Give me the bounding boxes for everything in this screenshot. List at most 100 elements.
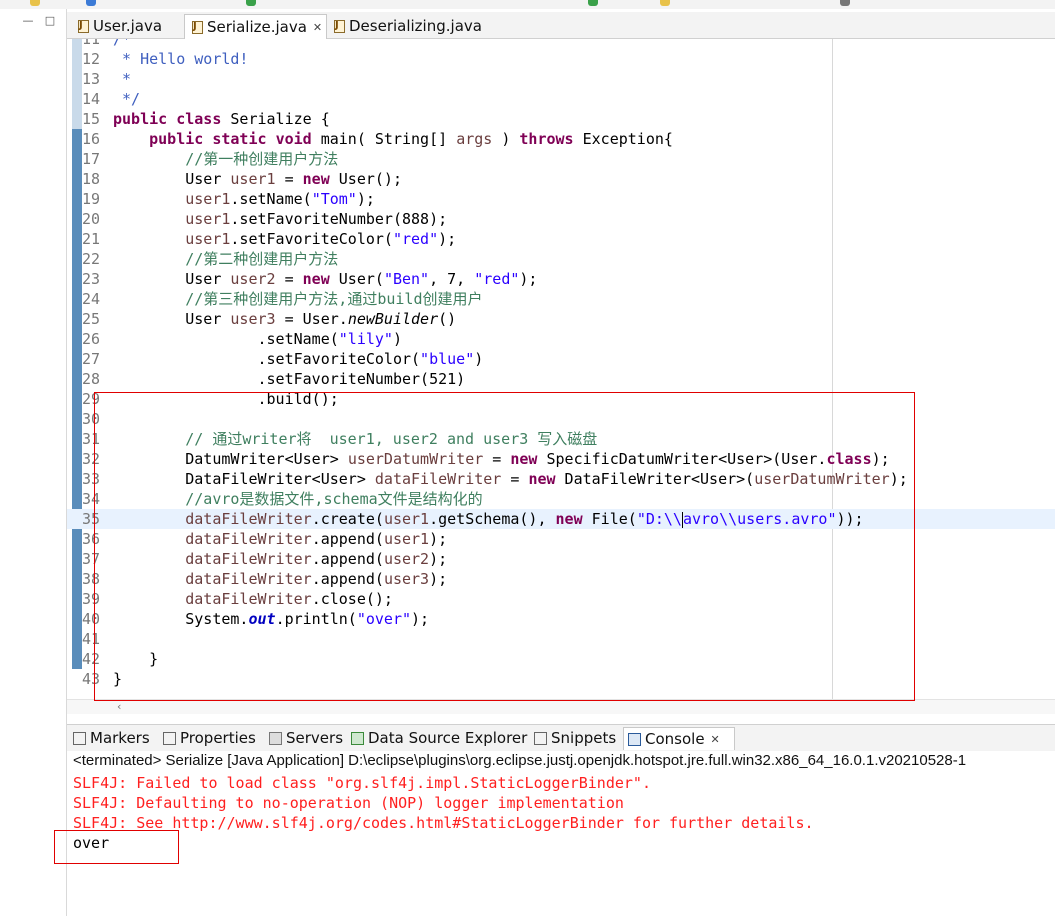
- code-line[interactable]: 20 user1.setFavoriteNumber(888);: [67, 209, 1055, 229]
- code-line[interactable]: 28 .setFavoriteNumber(521): [67, 369, 1055, 389]
- code-token: .setName(: [230, 190, 312, 208]
- java-file-icon: [191, 20, 203, 34]
- code-line[interactable]: 14 */: [67, 89, 1055, 109]
- code-token: Serialize {: [221, 110, 330, 128]
- markers-icon: [73, 731, 86, 745]
- code-line[interactable]: 16 public static void main( String[] arg…: [67, 129, 1055, 149]
- code-token: args: [456, 130, 493, 148]
- line-number: 20: [82, 210, 101, 228]
- code-line[interactable]: 17 //第一种创建用户方法: [67, 149, 1055, 169]
- code-token: "Ben": [383, 270, 430, 288]
- code-token: //第三种创建用户方法,通过build创建用户: [185, 290, 483, 308]
- code-token: //第一种创建用户方法: [185, 150, 339, 168]
- code-line[interactable]: 19 user1.setName("Tom");: [67, 189, 1055, 209]
- scroll-left-icon[interactable]: ‹: [117, 700, 121, 713]
- line-number: 17: [82, 150, 101, 168]
- toolbar-button[interactable]: [86, 0, 96, 6]
- tab-servers[interactable]: Servers: [269, 727, 343, 749]
- console-terminated-header: <terminated> Serialize [Java Application…: [73, 752, 967, 769]
- code-line[interactable]: 15 public class Serialize {: [67, 109, 1055, 129]
- tab-label: Markers: [90, 729, 150, 747]
- line-number: 16: [82, 130, 101, 148]
- code-text: //第二种创建用户方法: [113, 249, 338, 269]
- code-line[interactable]: 26 .setName("lily"): [67, 329, 1055, 349]
- toolbar-button[interactable]: [840, 0, 850, 6]
- code-token: ): [392, 330, 402, 348]
- tab-label: User.java: [93, 17, 163, 35]
- line-number: 22: [82, 250, 101, 268]
- code-token: "red": [474, 270, 520, 288]
- toolbar-button[interactable]: [588, 0, 598, 6]
- tab-markers[interactable]: Markers: [73, 727, 150, 749]
- code-token: "red": [392, 230, 439, 248]
- code-line[interactable]: 22 //第二种创建用户方法: [67, 249, 1055, 269]
- tab-snippets[interactable]: Snippets: [534, 727, 616, 749]
- line-number: 25: [82, 310, 101, 328]
- code-line[interactable]: 18 User user1 = new User();: [67, 169, 1055, 189]
- code-token: );: [356, 190, 375, 208]
- editor-horizontal-scrollbar[interactable]: ‹: [67, 699, 1055, 714]
- console-icon: [628, 732, 641, 746]
- code-text: User user3 = User.newBuilder(): [113, 309, 456, 329]
- code-line[interactable]: 11 /*: [67, 39, 1055, 49]
- code-line[interactable]: 12 * Hello world!: [67, 49, 1055, 69]
- tab-label: Data Source Explorer: [368, 729, 528, 747]
- code-token: user1: [185, 190, 231, 208]
- code-token: User();: [329, 170, 402, 188]
- line-number: 15: [82, 110, 101, 128]
- code-token: new: [302, 170, 330, 188]
- tab-properties[interactable]: Properties: [163, 727, 256, 749]
- code-token: user1: [230, 170, 276, 188]
- code-token: */: [113, 90, 141, 108]
- line-number: 13: [82, 70, 101, 88]
- code-token: user1: [185, 210, 231, 228]
- code-token: user2: [230, 270, 276, 288]
- code-token: .setFavoriteColor(: [230, 230, 393, 248]
- tab-data-source-explorer[interactable]: Data Source Explorer: [351, 727, 527, 749]
- main-toolbar: [0, 0, 1055, 9]
- toolbar-button[interactable]: [30, 0, 40, 6]
- code-token: Exception{: [573, 130, 673, 148]
- code-line[interactable]: 21 user1.setFavoriteColor("red");: [67, 229, 1055, 249]
- code-token: "blue": [420, 350, 475, 368]
- toolbar-button[interactable]: [660, 0, 670, 6]
- line-number: 28: [82, 370, 101, 388]
- code-token: User: [113, 170, 231, 188]
- code-token: User(: [329, 270, 384, 288]
- maximize-icon[interactable]: □: [44, 15, 56, 27]
- properties-icon: [163, 731, 176, 745]
- code-token: public: [149, 130, 204, 148]
- code-token: );: [438, 230, 457, 248]
- code-line[interactable]: 13 *: [67, 69, 1055, 89]
- code-text: public static void main( String[] args )…: [113, 129, 673, 149]
- console-view[interactable]: <terminated> Serialize [Java Application…: [67, 751, 1055, 916]
- code-line[interactable]: 24 //第三种创建用户方法,通过build创建用户: [67, 289, 1055, 309]
- toolbar-button[interactable]: [246, 0, 256, 6]
- tab-serialize-java[interactable]: Serialize.java ✕: [184, 14, 327, 39]
- close-icon[interactable]: ✕: [711, 733, 720, 746]
- code-token: .setFavoriteNumber(521): [113, 370, 466, 388]
- line-number: 24: [82, 290, 101, 308]
- tab-user-java[interactable]: User.java: [71, 14, 183, 38]
- tab-label: Console: [645, 730, 705, 748]
- code-token: =: [275, 270, 303, 288]
- code-line[interactable]: 25 User user3 = User.newBuilder(): [67, 309, 1055, 329]
- tab-console[interactable]: Console ✕: [623, 727, 735, 750]
- close-icon[interactable]: ✕: [313, 21, 322, 34]
- tab-deserializing-java[interactable]: Deserializing.java: [327, 14, 487, 38]
- code-line[interactable]: 27 .setFavoriteColor("blue"): [67, 349, 1055, 369]
- code-text: User user2 = new User("Ben", 7, "red");: [113, 269, 537, 289]
- code-token: new: [302, 270, 330, 288]
- minimize-icon[interactable]: —: [22, 15, 34, 27]
- console-line: SLF4J: See http://www.slf4j.org/codes.ht…: [73, 814, 814, 832]
- code-text: public class Serialize {: [113, 109, 330, 129]
- code-line[interactable]: 23 User user2 = new User("Ben", 7, "red"…: [67, 269, 1055, 289]
- code-text: User user1 = new User();: [113, 169, 402, 189]
